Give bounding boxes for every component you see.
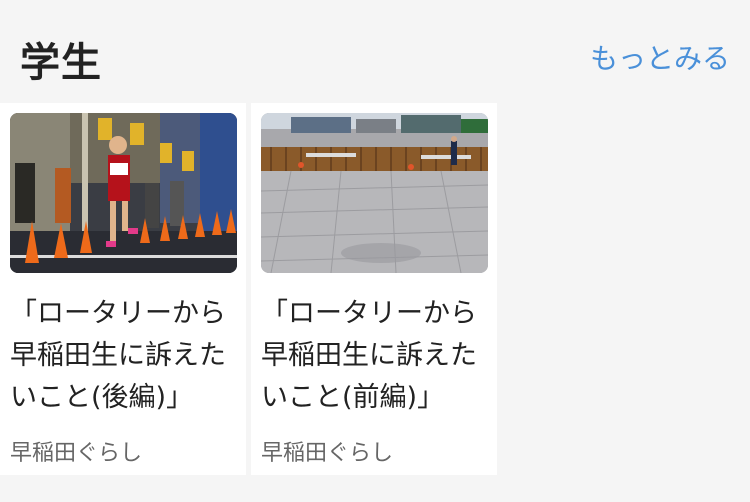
article-thumbnail[interactable] [261, 113, 488, 273]
plaza-photo-icon [261, 113, 488, 273]
article-card-list: 「ロータリーから 早稲田生に訴えた いこと(後編)」 早稲田ぐらし 「ロータリー… [0, 103, 750, 478]
article-source: 早稲田ぐらし [10, 441, 143, 466]
article-title: 「ロータリーから 早稲田生に訴えた いこと(後編)」 [10, 298, 226, 413]
article-thumbnail[interactable] [10, 113, 237, 273]
see-more-link[interactable]: もっとみる [590, 37, 730, 77]
article-title: 「ロータリーから 早稲田生に訴えた いこと(前編)」 [261, 298, 477, 413]
article-source: 早稲田ぐらし [261, 441, 394, 466]
article-card[interactable]: 「ロータリーから 早稲田生に訴えた いこと(前編)」 早稲田ぐらし [251, 103, 497, 475]
runner-photo-icon [10, 113, 237, 273]
section-title: 学生 [20, 40, 102, 86]
article-card[interactable]: 「ロータリーから 早稲田生に訴えた いこと(後編)」 早稲田ぐらし [0, 103, 246, 475]
section-header: 学生 もっとみる [0, 0, 750, 100]
